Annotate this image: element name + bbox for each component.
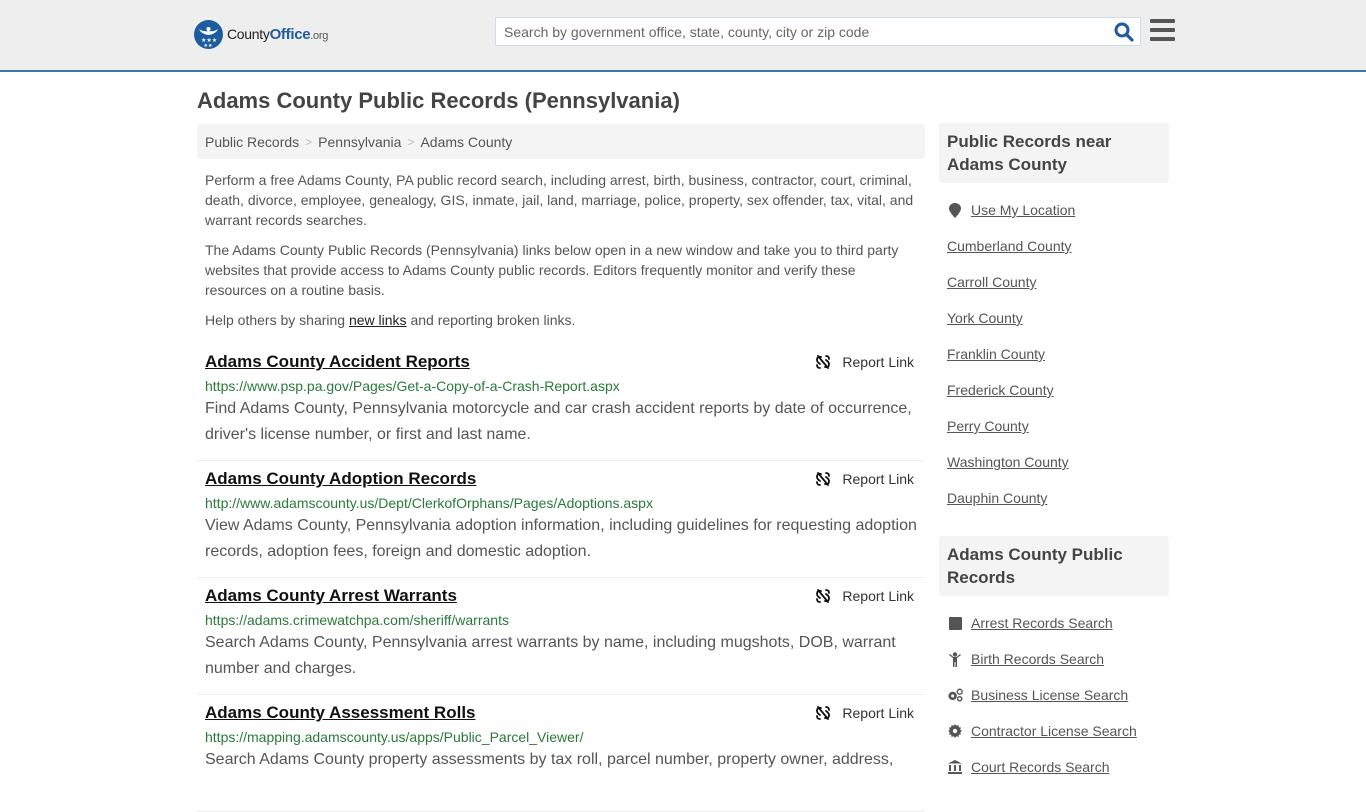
county-records-list: Arrest Records Search Birth Records Sear…	[939, 596, 1169, 785]
county-records-heading: Adams County Public Records	[939, 536, 1169, 596]
sidebar: Public Records near Adams County Use My …	[939, 123, 1169, 785]
nearby-county-item: Cumberland County	[947, 228, 1161, 264]
nearby-county-item: Frederick County	[947, 372, 1161, 408]
nearby-county-link[interactable]: Cumberland County	[947, 238, 1072, 254]
record-url: https://www.psp.pa.gov/Pages/Get-a-Copy-…	[205, 378, 620, 394]
record-title-link[interactable]: Adams County Accident Reports	[205, 352, 470, 372]
report-link-label: Report Link	[842, 588, 914, 604]
broken-link-icon	[816, 355, 831, 369]
search-icon[interactable]	[1114, 22, 1134, 42]
nearby-county-link[interactable]: York County	[947, 310, 1023, 326]
report-link-button[interactable]: Report Link	[815, 588, 914, 604]
record-title-link[interactable]: Adams County Adoption Records	[205, 469, 476, 489]
contractor-license-link[interactable]: Contractor License Search	[971, 723, 1137, 739]
court-records-link[interactable]: Court Records Search	[971, 759, 1110, 775]
svg-text:★★: ★★	[204, 43, 213, 49]
record-item: Adams County Assessment Rolls Report Lin…	[197, 695, 925, 812]
nearby-county-item: Dauphin County	[947, 480, 1161, 516]
breadcrumb-separator: >	[305, 134, 313, 149]
nearby-county-link[interactable]: Carroll County	[947, 274, 1036, 290]
record-url: https://mapping.adamscounty.us/apps/Publ…	[205, 729, 584, 745]
county-record-item: Court Records Search	[947, 749, 1161, 785]
breadcrumb: Public Records > Pennsylvania > Adams Co…	[197, 124, 925, 159]
county-record-item: Business License Search	[947, 677, 1161, 713]
county-record-item: Birth Records Search	[947, 641, 1161, 677]
breadcrumb-pennsylvania[interactable]: Pennsylvania	[318, 134, 401, 150]
site-logo[interactable]: ★★★ ★★ CountyOffice.org	[194, 20, 328, 49]
breadcrumb-public-records[interactable]: Public Records	[205, 134, 299, 150]
nearby-county-item: Perry County	[947, 408, 1161, 444]
page-title: Adams County Public Records (Pennsylvani…	[197, 88, 680, 113]
county-records-section: Adams County Public Records Arrest Recor…	[939, 536, 1169, 785]
nearby-county-item: Washington County	[947, 444, 1161, 480]
nearby-county-link[interactable]: Washington County	[947, 454, 1069, 470]
site-header: ★★★ ★★ CountyOffice.org	[0, 0, 1366, 72]
report-link-button[interactable]: Report Link	[815, 471, 914, 487]
use-my-location-link[interactable]: Use My Location	[971, 202, 1075, 218]
intro-paragraph-1: Perform a free Adams County, PA public r…	[205, 172, 914, 228]
record-description: Search Adams County, Pennsylvania arrest…	[205, 634, 896, 677]
breadcrumb-separator: >	[407, 134, 415, 149]
square-icon	[947, 615, 963, 631]
courthouse-icon	[947, 759, 963, 775]
nearby-county-item: York County	[947, 300, 1161, 336]
county-record-item: Contractor License Search	[947, 713, 1161, 749]
report-link-button[interactable]: Report Link	[815, 354, 914, 370]
record-item: Adams County Arrest Warrants Report Link…	[197, 578, 925, 695]
county-record-item: Arrest Records Search	[947, 605, 1161, 641]
birth-records-link[interactable]: Birth Records Search	[971, 651, 1104, 667]
intro-paragraph-3: Help others by sharing new links and rep…	[205, 312, 576, 328]
record-url: https://adams.crimewatchpa.com/sheriff/w…	[205, 612, 509, 628]
eagle-logo-icon: ★★★ ★★	[194, 20, 223, 49]
child-icon	[947, 651, 963, 667]
gear-icon	[947, 723, 963, 739]
record-description: Find Adams County, Pennsylvania motorcyc…	[205, 400, 912, 443]
record-url: http://www.adamscounty.us/Dept/ClerkofOr…	[205, 495, 653, 511]
broken-link-icon	[816, 706, 831, 720]
main-content: Public Records > Pennsylvania > Adams Co…	[197, 124, 925, 812]
record-title-link[interactable]: Adams County Arrest Warrants	[205, 586, 457, 606]
map-marker-icon	[947, 202, 963, 218]
report-link-button[interactable]: Report Link	[815, 705, 914, 721]
record-title-link[interactable]: Adams County Assessment Rolls	[205, 703, 476, 723]
broken-link-icon	[816, 472, 831, 486]
record-item: Adams County Accident Reports Report Lin…	[197, 344, 925, 461]
breadcrumb-adams-county[interactable]: Adams County	[420, 134, 512, 150]
nearby-county-link[interactable]: Franklin County	[947, 346, 1045, 362]
nearby-county-link[interactable]: Dauphin County	[947, 490, 1047, 506]
record-description: View Adams County, Pennsylvania adoption…	[205, 517, 917, 560]
broken-link-icon	[816, 589, 831, 603]
report-link-label: Report Link	[842, 471, 914, 487]
nearby-county-item: Franklin County	[947, 336, 1161, 372]
business-license-link[interactable]: Business License Search	[971, 687, 1128, 703]
nearby-county-link[interactable]: Frederick County	[947, 382, 1054, 398]
nearby-county-link[interactable]: Perry County	[947, 418, 1029, 434]
intro-text: Perform a free Adams County, PA public r…	[197, 170, 925, 330]
search-box	[495, 17, 1141, 46]
use-my-location-item: Use My Location	[947, 192, 1161, 228]
logo-text: CountyOffice.org	[227, 26, 329, 43]
report-link-label: Report Link	[842, 354, 914, 370]
nearby-counties-list: Use My Location Cumberland County Carrol…	[939, 183, 1169, 516]
gears-icon	[947, 687, 963, 703]
intro-paragraph-2: The Adams County Public Records (Pennsyl…	[205, 242, 899, 298]
record-item: Adams County Adoption Records Report Lin…	[197, 461, 925, 578]
search-input[interactable]	[496, 18, 1096, 45]
nearby-county-item: Carroll County	[947, 264, 1161, 300]
hamburger-menu-icon[interactable]	[1150, 19, 1175, 41]
record-description: Search Adams County property assessments…	[205, 751, 894, 768]
arrest-records-link[interactable]: Arrest Records Search	[971, 615, 1113, 631]
new-links-link[interactable]: new links	[349, 312, 407, 328]
report-link-label: Report Link	[842, 705, 914, 721]
records-list: Adams County Accident Reports Report Lin…	[197, 344, 925, 812]
nearby-records-heading: Public Records near Adams County	[939, 123, 1169, 183]
